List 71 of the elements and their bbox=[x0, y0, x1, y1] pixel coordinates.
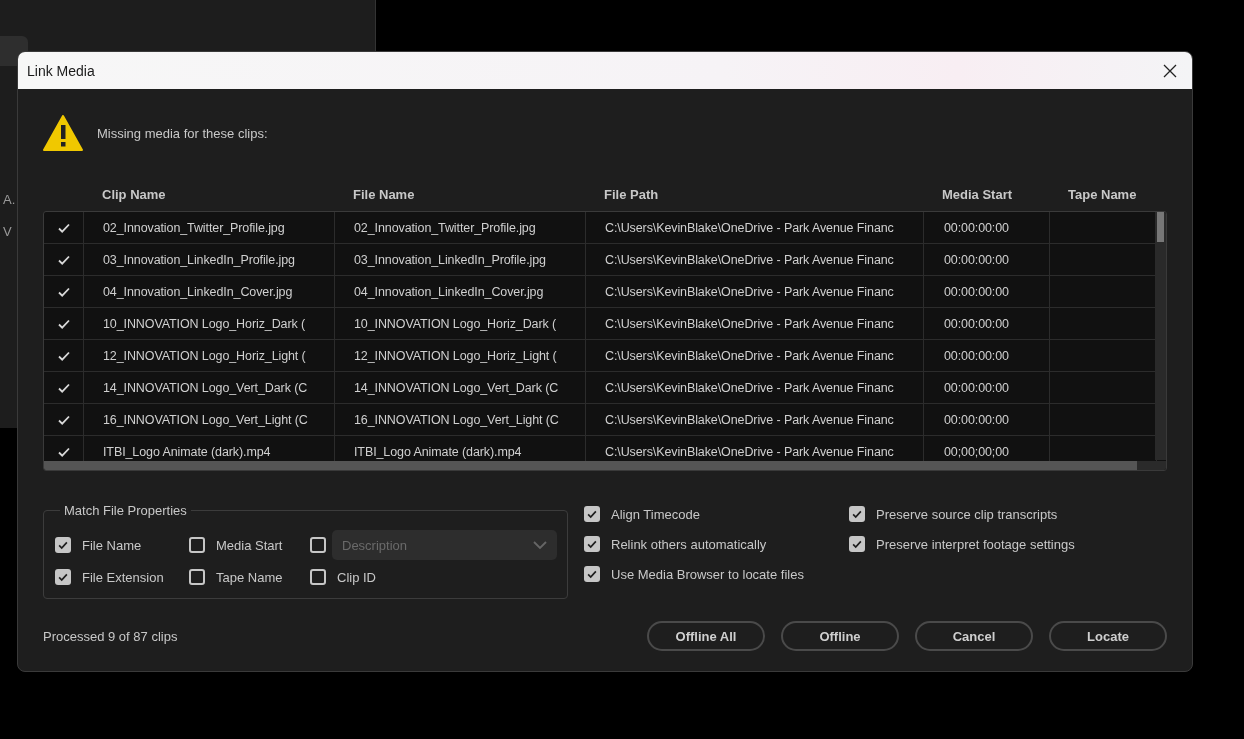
table-cell: C:\Users\KevinBlake\OneDrive - Park Avenue Financ bbox=[605, 348, 894, 363]
table-cell: 00:00:00:00 bbox=[944, 252, 1009, 267]
checkbox-label: Preserve source clip transcripts bbox=[876, 506, 1058, 522]
checkbox-label: File Name bbox=[82, 537, 142, 553]
checkbox[interactable] bbox=[310, 569, 326, 585]
status-text: Processed 9 of 87 clips bbox=[43, 628, 178, 644]
table-cell: C:\Users\KevinBlake\OneDrive - Park Avenue Financ bbox=[605, 412, 894, 427]
table-cell: 12_INNOVATION Logo_Horiz_Light ( bbox=[354, 348, 557, 363]
table-cell: 14_INNOVATION Logo_Vert_Dark (C bbox=[103, 380, 308, 395]
checkbox-label: Align Timecode bbox=[611, 506, 700, 522]
table-cell: 00:00:00:00 bbox=[944, 220, 1009, 235]
checkbox[interactable] bbox=[584, 566, 600, 582]
group-title: Match File Properties bbox=[63, 503, 188, 518]
scrollbar[interactable] bbox=[44, 461, 1166, 470]
table-cell: ITBI_Logo Animate (dark).mp4 bbox=[103, 444, 271, 459]
table-cell: 00:00:00:00 bbox=[944, 316, 1009, 331]
table-cell: 00;00;00;00 bbox=[944, 444, 1009, 459]
table-cell: C:\Users\KevinBlake\OneDrive - Park Avenue Financ bbox=[605, 252, 894, 267]
close-icon[interactable] bbox=[1163, 63, 1177, 78]
table-cell: 00:00:00:00 bbox=[944, 412, 1009, 427]
panel-label: A. bbox=[3, 192, 16, 207]
column-header[interactable]: Tape Name bbox=[1049, 186, 1156, 202]
table-cell: C:\Users\KevinBlake\OneDrive - Park Avenue Financ bbox=[605, 284, 894, 299]
table-cell: C:\Users\KevinBlake\OneDrive - Park Avenue Financ bbox=[605, 316, 894, 331]
table-cell: ITBI_Logo Animate (dark).mp4 bbox=[354, 444, 522, 459]
table-cell: C:\Users\KevinBlake\OneDrive - Park Avenue Financ bbox=[605, 380, 894, 395]
checkbox[interactable] bbox=[189, 537, 205, 553]
table-cell: 12_INNOVATION Logo_Horiz_Light ( bbox=[103, 348, 306, 363]
table-cell: C:\Users\KevinBlake\OneDrive - Park Avenue Financ bbox=[605, 444, 894, 459]
checkbox[interactable] bbox=[189, 569, 205, 585]
panel-label: V bbox=[3, 224, 12, 239]
checkbox-label: Clip ID bbox=[337, 569, 376, 585]
table-cell: 03_Innovation_LinkedIn_Profile.jpg bbox=[103, 252, 295, 267]
table-cell: 00:00:00:00 bbox=[944, 380, 1009, 395]
checkbox-label: Media Start bbox=[216, 537, 283, 553]
checkbox-label: Relink others automatically bbox=[611, 536, 767, 552]
message-text: Missing media for these clips: bbox=[97, 125, 268, 141]
column-header[interactable]: Media Start bbox=[923, 186, 1049, 202]
warning-icon bbox=[43, 115, 83, 151]
table-cell: 02_Innovation_Twitter_Profile.jpg bbox=[103, 220, 285, 235]
column-header[interactable]: Clip Name bbox=[83, 186, 334, 202]
checkbox[interactable] bbox=[55, 569, 71, 585]
table-cell: 02_Innovation_Twitter_Profile.jpg bbox=[354, 220, 536, 235]
table-cell: 00:00:00:00 bbox=[944, 348, 1009, 363]
scrollbar[interactable] bbox=[1155, 212, 1166, 460]
table-cell: 03_Innovation_LinkedIn_Profile.jpg bbox=[354, 252, 546, 267]
checkbox[interactable] bbox=[584, 506, 600, 522]
checkbox[interactable] bbox=[849, 506, 865, 522]
table-cell: C:\Users\KevinBlake\OneDrive - Park Avenue Financ bbox=[605, 220, 894, 235]
dialog-button[interactable]: Cancel bbox=[915, 621, 1033, 651]
table-cell: 00:00:00:00 bbox=[944, 284, 1009, 299]
checkbox-label: Preserve interpret footage settings bbox=[876, 536, 1075, 552]
dialog-button[interactable]: Offline bbox=[781, 621, 899, 651]
table-cell: 04_Innovation_LinkedIn_Cover.jpg bbox=[354, 284, 544, 299]
checkbox-label: Use Media Browser to locate files bbox=[611, 566, 804, 582]
table-cell: 04_Innovation_LinkedIn_Cover.jpg bbox=[103, 284, 293, 299]
window-title: Link Media bbox=[27, 62, 95, 79]
dialog-button[interactable]: Offline All bbox=[647, 621, 765, 651]
checkbox[interactable] bbox=[849, 536, 865, 552]
checkbox[interactable] bbox=[55, 537, 71, 553]
table-cell: 14_INNOVATION Logo_Vert_Dark (C bbox=[354, 380, 559, 395]
checkbox-label: File Extension bbox=[82, 569, 164, 585]
table-cell: 16_INNOVATION Logo_Vert_Light (C bbox=[354, 412, 559, 427]
table-cell: 10_INNOVATION Logo_Horiz_Dark ( bbox=[354, 316, 557, 331]
dialog-button[interactable]: Locate bbox=[1049, 621, 1167, 651]
checkbox[interactable] bbox=[584, 536, 600, 552]
column-header[interactable]: File Name bbox=[334, 186, 585, 202]
column-header[interactable]: File Path bbox=[585, 186, 923, 202]
table-cell: 16_INNOVATION Logo_Vert_Light (C bbox=[103, 412, 308, 427]
table-cell: 10_INNOVATION Logo_Horiz_Dark ( bbox=[103, 316, 306, 331]
checkbox-label: Tape Name bbox=[216, 569, 283, 585]
